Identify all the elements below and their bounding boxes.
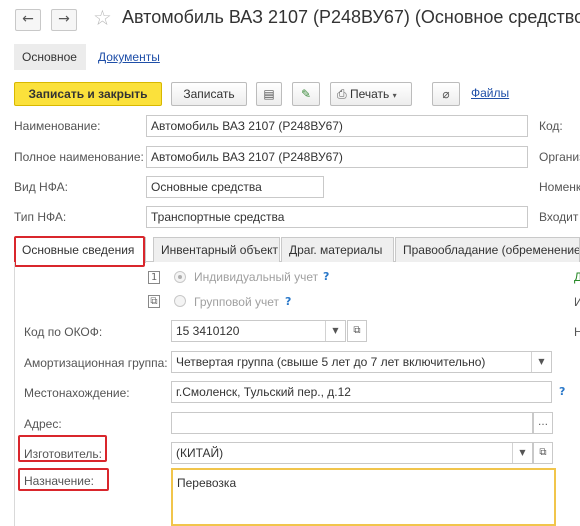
help-icon[interactable]: ?	[323, 270, 329, 283]
pen-icon: ✎	[300, 87, 312, 101]
nfa-type-label: Тип НФА:	[14, 210, 67, 224]
address-field[interactable]	[171, 412, 533, 434]
tab-precious-materials[interactable]: Драг. материалы	[281, 237, 394, 262]
location-label: Местонахождение:	[24, 386, 130, 400]
amortization-label: Амортизационная группа:	[24, 356, 168, 370]
okof-field[interactable]: 15 3410120 ▼	[171, 320, 346, 342]
code-label: Код:	[539, 119, 563, 133]
individual-radio[interactable]	[174, 271, 186, 283]
arrow-right-icon: →	[58, 11, 70, 27]
printer-icon: ⎙	[337, 87, 347, 101]
save-and-close-button[interactable]: Записать и закрыть	[14, 82, 162, 106]
document-list-icon: ▤	[263, 87, 275, 101]
individual-label: Индивидуальный учет	[194, 270, 319, 284]
help-icon[interactable]: ?	[559, 385, 565, 398]
chevron-down-icon: ▾	[392, 91, 397, 100]
section-main[interactable]: Основное	[14, 44, 86, 70]
paperclip-icon: ⌀	[442, 87, 450, 101]
save-button[interactable]: Записать	[171, 82, 247, 106]
nfa-kind-field[interactable]: Основные средства	[146, 176, 324, 198]
files-link[interactable]: Файлы	[471, 86, 509, 100]
purpose-textarea[interactable]: Перевозка	[171, 468, 556, 526]
print-label: Печать	[349, 87, 390, 101]
open-icon[interactable]: ⧉	[347, 320, 367, 342]
okof-label: Код по ОКОФ:	[24, 325, 103, 339]
tab-rights[interactable]: Правообладание (обременение)	[395, 237, 580, 262]
name-field[interactable]: Автомобиль ВАЗ 2107 (Р248ВУ67)	[146, 115, 528, 137]
panel-left-border	[14, 262, 15, 526]
highlight-purpose	[18, 468, 109, 491]
organization-label: Организ	[539, 150, 580, 164]
arrow-left-icon: ←	[22, 11, 34, 27]
section-documents[interactable]: Документы	[90, 44, 168, 70]
group-items-icon: ⧉	[148, 295, 160, 308]
window-title: Автомобиль ВАЗ 2107 (Р248ВУ67) (Основное…	[122, 7, 580, 27]
group-radio[interactable]	[174, 295, 186, 307]
nfa-kind-label: Вид НФА:	[14, 180, 68, 194]
full-name-label: Полное наименование:	[14, 150, 144, 164]
nomenclature-label: Номенк	[539, 180, 580, 194]
chevron-down-icon[interactable]: ▼	[531, 352, 551, 372]
print-button[interactable]: ⎙ Печать ▾	[330, 82, 412, 106]
cut-label-d: Д	[574, 270, 580, 284]
back-button[interactable]: ←	[15, 9, 41, 31]
highlight-manufacturer	[18, 435, 107, 462]
included-in-label: Входит	[539, 210, 579, 224]
okof-value: 15 3410120	[176, 324, 240, 338]
cut-label-n: Н	[574, 325, 580, 339]
amortization-field[interactable]: Четвертая группа (свыше 5 лет до 7 лет в…	[171, 351, 552, 373]
nfa-type-field[interactable]: Транспортные средства	[146, 206, 528, 228]
chevron-down-icon[interactable]: ▼	[512, 443, 532, 463]
group-label: Групповой учет	[194, 295, 280, 309]
open-icon[interactable]: ⧉	[533, 442, 553, 464]
cut-label-i: И	[574, 295, 580, 309]
address-label: Адрес:	[24, 417, 62, 431]
highlight-tab-basic	[14, 236, 145, 267]
full-name-field[interactable]: Автомобиль ВАЗ 2107 (Р248ВУ67)	[146, 146, 528, 168]
report-button[interactable]: ▤	[256, 82, 282, 106]
ellipsis-icon[interactable]: …	[533, 412, 553, 434]
name-label: Наименование:	[14, 119, 101, 133]
attach-button[interactable]: ⌀	[432, 82, 460, 106]
favorite-star-icon[interactable]: ☆	[93, 6, 112, 30]
manufacturer-value: (КИТАЙ)	[176, 446, 224, 460]
single-item-icon: 1	[148, 271, 160, 284]
manufacturer-field[interactable]: (КИТАЙ) ▼	[171, 442, 533, 464]
help-icon[interactable]: ?	[285, 295, 291, 308]
location-field[interactable]: г.Смоленск, Тульский пер., д.12	[171, 381, 552, 403]
amortization-value: Четвертая группа (свыше 5 лет до 7 лет в…	[176, 355, 486, 369]
forward-button[interactable]: →	[51, 9, 77, 31]
chevron-down-icon[interactable]: ▼	[325, 321, 345, 341]
tab-inventory-object[interactable]: Инвентарный объект	[153, 237, 280, 262]
edit-button[interactable]: ✎	[292, 82, 320, 106]
